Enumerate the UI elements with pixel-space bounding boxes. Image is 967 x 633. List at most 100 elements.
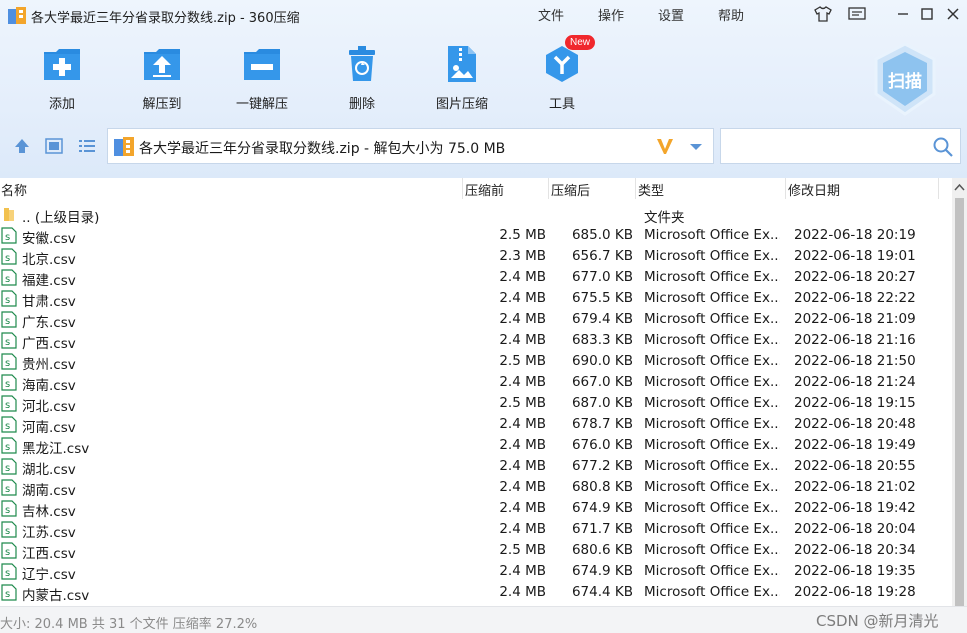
column-compressed[interactable]: 压缩后 [551,180,590,199]
list-item[interactable]: s 安徽.csv 2.5 MB 685.0 KB Microsoft Offic… [0,225,952,247]
list-item[interactable]: s 江苏.csv 2.4 MB 671.7 KB Microsoft Offic… [0,519,952,541]
file-modified: 2022-06-18 21:24 [794,374,916,390]
file-compressed-size: 677.2 KB [571,458,633,474]
extract-to-button[interactable]: 解压到 [124,42,200,114]
file-name: 北京.csv [22,252,76,268]
add-button[interactable]: 添加 [24,42,100,114]
file-type: Microsoft Office Ex... [644,332,780,348]
file-modified: 2022-06-18 21:50 [794,353,916,369]
minimize-icon [898,13,908,15]
list-item[interactable]: s 江西.csv 2.5 MB 680.6 KB Microsoft Offic… [0,540,952,562]
address-path: 各大学最近三年分省录取分数线.zip - 解包大小为 75.0 MB [139,141,506,157]
scroll-up-arrow-icon[interactable] [952,180,967,196]
list-item[interactable]: .. (上级目录) 文件夹 [0,204,952,226]
file-size: 2.4 MB [499,521,546,537]
svg-text:s: s [5,526,10,537]
column-divider[interactable] [785,178,786,199]
close-button[interactable] [943,4,963,24]
search-box[interactable] [720,128,961,164]
menu-operation[interactable]: 操作 [598,5,624,24]
file-size: 2.4 MB [499,458,546,474]
column-name[interactable]: 名称 [1,180,27,199]
menu-settings[interactable]: 设置 [658,5,684,24]
list-item[interactable]: s 黑龙江.csv 2.4 MB 676.0 KB Microsoft Offi… [0,435,952,457]
column-divider[interactable] [635,178,636,199]
file-list: .. (上级目录) 文件夹 s 安徽.csv 2.5 MB 685.0 KB M… [0,204,952,604]
file-type: Microsoft Office Ex... [644,584,780,600]
file-name: 河南.csv [22,420,76,436]
list-item[interactable]: s 贵州.csv 2.5 MB 690.0 KB Microsoft Offic… [0,351,952,373]
file-type: Microsoft Office Ex... [644,542,780,558]
file-modified: 2022-06-18 20:34 [794,542,916,558]
one-click-extract-button[interactable]: 一键解压 [224,42,300,114]
file-modified: 2022-06-18 19:15 [794,395,916,411]
csv-file-icon: s [1,500,17,517]
image-compress-button[interactable]: 图片压缩 [424,42,500,114]
csv-file-icon: s [1,311,17,328]
file-name: 贵州.csv [22,357,76,373]
file-type: Microsoft Office Ex... [644,227,780,243]
file-name: 江西.csv [22,546,76,562]
svg-text:s: s [5,484,10,495]
menu-file[interactable]: 文件 [538,5,564,24]
column-divider[interactable] [548,178,549,199]
list-item[interactable]: s 甘肃.csv 2.4 MB 675.5 KB Microsoft Offic… [0,288,952,310]
list-view-button[interactable] [76,136,98,156]
minimize-button[interactable] [893,4,913,24]
list-item[interactable]: s 河北.csv 2.5 MB 687.0 KB Microsoft Offic… [0,393,952,415]
scan-button[interactable]: 扫描 [872,42,938,116]
search-icon[interactable] [932,136,954,158]
list-item[interactable]: s 河南.csv 2.4 MB 678.7 KB Microsoft Offic… [0,414,952,436]
list-item[interactable]: s 福建.csv 2.4 MB 677.0 KB Microsoft Offic… [0,267,952,289]
file-size: 2.5 MB [499,353,546,369]
list-item[interactable]: s 广东.csv 2.4 MB 679.4 KB Microsoft Offic… [0,309,952,331]
file-size: 2.4 MB [499,479,546,495]
file-modified: 2022-06-18 19:42 [794,500,916,516]
window-title: 各大学最近三年分省录取分数线.zip - 360压缩 [31,11,300,26]
column-size[interactable]: 压缩前 [465,180,504,199]
list-item[interactable]: s 海南.csv 2.4 MB 667.0 KB Microsoft Offic… [0,372,952,394]
column-divider[interactable] [938,178,939,199]
svg-text:s: s [5,442,10,453]
file-modified: 2022-06-18 19:49 [794,437,916,453]
file-compressed-size: 667.0 KB [571,374,633,390]
file-name: 广西.csv [22,336,76,352]
tools-label: 工具 [548,97,575,112]
scan-label: 扫描 [888,72,922,92]
file-size: 2.4 MB [499,332,546,348]
svg-text:s: s [5,547,10,558]
search-input[interactable] [727,135,927,157]
column-modified[interactable]: 修改日期 [788,180,840,199]
thumbnail-view-button[interactable] [43,136,65,156]
list-item[interactable]: s 内蒙古.csv 2.4 MB 674.4 KB Microsoft Offi… [0,582,952,604]
vertical-scrollbar[interactable] [952,178,967,606]
file-compressed-size: 674.4 KB [571,584,633,600]
file-name: 内蒙古.csv [22,588,90,604]
file-name: 安徽.csv [22,231,76,247]
column-divider[interactable] [462,178,463,199]
feedback-button[interactable] [847,4,867,24]
close-icon [947,8,959,20]
skin-button[interactable] [813,4,833,24]
csv-file-icon: s [1,290,17,307]
column-type[interactable]: 类型 [638,180,664,199]
file-size: 2.4 MB [499,563,546,579]
tools-button[interactable]: 工具 [524,42,600,114]
file-compressed-size: 671.7 KB [571,521,633,537]
delete-button[interactable]: 删除 [324,42,400,114]
file-modified: 2022-06-18 20:48 [794,416,916,432]
svg-text:s: s [5,337,10,348]
list-item[interactable]: s 广西.csv 2.4 MB 683.3 KB Microsoft Offic… [0,330,952,352]
list-item[interactable]: s 辽宁.csv 2.4 MB 674.9 KB Microsoft Offic… [0,561,952,583]
list-item[interactable]: s 吉林.csv 2.4 MB 674.9 KB Microsoft Offic… [0,498,952,520]
address-bar[interactable]: 各大学最近三年分省录取分数线.zip - 解包大小为 75.0 MB [107,128,714,164]
up-level-button[interactable] [11,136,33,156]
menu-help[interactable]: 帮助 [718,5,744,24]
verified-v-icon[interactable] [655,136,675,156]
chevron-down-icon[interactable] [686,137,706,157]
list-item[interactable]: s 湖南.csv 2.4 MB 680.8 KB Microsoft Offic… [0,477,952,499]
scrollbar-thumb[interactable] [955,198,964,606]
list-item[interactable]: s 北京.csv 2.3 MB 656.7 KB Microsoft Offic… [0,246,952,268]
maximize-button[interactable] [917,4,937,24]
list-item[interactable]: s 湖北.csv 2.4 MB 677.2 KB Microsoft Offic… [0,456,952,478]
